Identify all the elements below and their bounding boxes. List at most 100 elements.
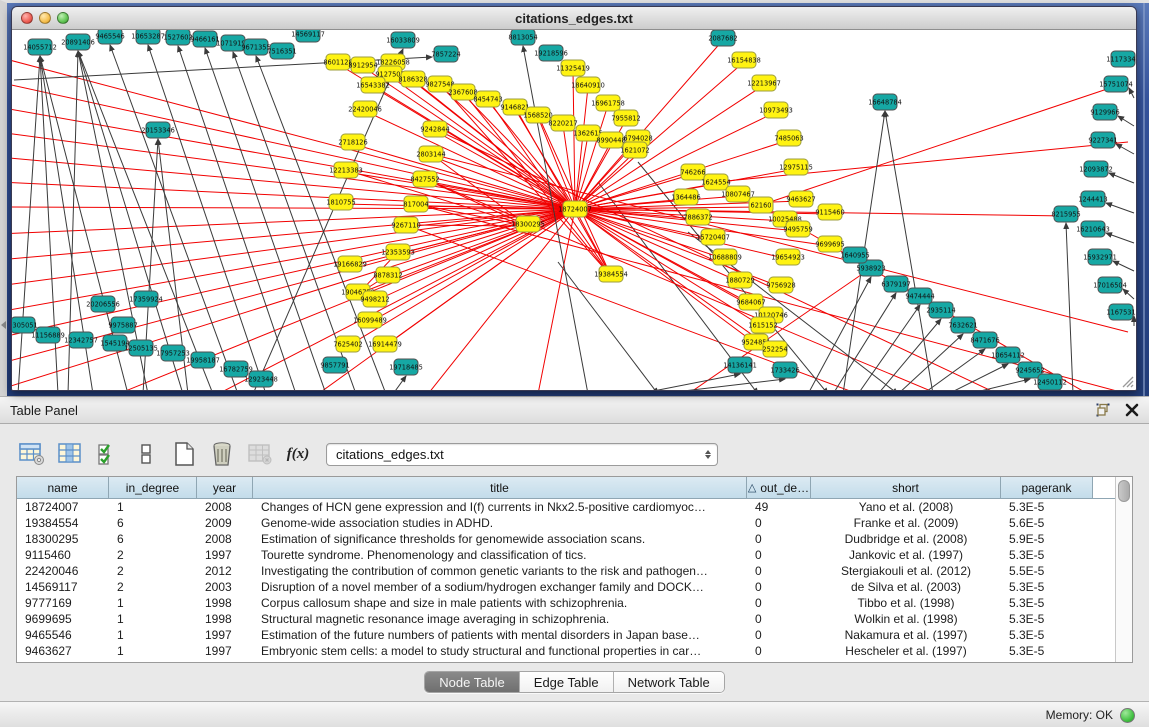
graph-node[interactable]: 8471676 xyxy=(970,332,999,348)
graph-node[interactable]: 16033809 xyxy=(386,32,420,48)
graph-node[interactable]: 10653287 xyxy=(131,30,165,44)
network-window[interactable]: citations_edges.txt 18724007140557122089… xyxy=(11,6,1137,391)
scrollbar-thumb[interactable] xyxy=(1118,480,1130,502)
table-settings-icon[interactable] xyxy=(18,440,46,468)
network-window-titlebar[interactable]: citations_edges.txt xyxy=(12,7,1136,30)
graph-node[interactable]: 18724007 xyxy=(558,201,592,217)
graph-node[interactable]: 19958187 xyxy=(186,352,220,368)
graph-node[interactable]: 12450112 xyxy=(1033,374,1067,390)
graph-node[interactable]: 1167531 xyxy=(1106,304,1135,320)
graph-node[interactable]: 9115460 xyxy=(815,204,844,220)
graph-node[interactable]: 20206556 xyxy=(86,296,120,312)
graph-node[interactable]: 9498212 xyxy=(360,291,389,307)
column-header-out_degree[interactable]: △out_de… xyxy=(747,477,811,498)
close-panel-icon[interactable] xyxy=(1125,403,1139,417)
graph-node[interactable]: 16914479 xyxy=(368,336,402,352)
graph-node[interactable]: 15751074 xyxy=(1099,76,1133,92)
graph-node[interactable]: 252254 xyxy=(762,341,787,357)
resize-grip-icon[interactable] xyxy=(1120,374,1134,388)
graph-node[interactable]: 1640955 xyxy=(840,247,869,263)
graph-node[interactable]: 12213383 xyxy=(329,162,363,178)
table-row[interactable]: 946362711997Embryonic stem cells: a mode… xyxy=(17,643,1115,659)
graph-node[interactable]: 1810755 xyxy=(326,194,355,210)
network-canvas[interactable]: 1872400714055712208914069465546106532871… xyxy=(12,30,1136,390)
graph-node[interactable]: 17016504 xyxy=(1093,277,1127,293)
graph-node[interactable]: 9129966 xyxy=(1090,104,1119,120)
graph-node[interactable]: 7857224 xyxy=(431,46,460,62)
table-row[interactable]: 969969511998Structural magnetic resonanc… xyxy=(17,611,1115,627)
column-header-in_degree[interactable]: in_degree xyxy=(109,477,197,498)
column-header-short[interactable]: short xyxy=(811,477,1001,498)
graph-node[interactable]: 8912954 xyxy=(348,57,377,73)
table-vertical-scrollbar[interactable] xyxy=(1115,477,1132,662)
column-header-pagerank[interactable]: pagerank xyxy=(1001,477,1093,498)
graph-node[interactable]: 18300295 xyxy=(511,216,545,232)
graph-node[interactable]: 15720407 xyxy=(696,229,730,245)
float-panel-icon[interactable] xyxy=(1095,402,1111,418)
graph-node[interactable]: 12093872 xyxy=(1079,161,1113,177)
graph-node[interactable]: 16648784 xyxy=(868,94,902,110)
graph-node[interactable]: 9474444 xyxy=(905,288,934,304)
graph-node[interactable]: 9242844 xyxy=(420,121,449,137)
graph-node[interactable]: 16961758 xyxy=(591,95,625,111)
graph-node[interactable]: 1621072 xyxy=(620,142,649,158)
function-builder-icon[interactable]: f(x) xyxy=(284,440,312,468)
graph-node[interactable]: 19384554 xyxy=(594,266,628,282)
table-row[interactable]: 1872400712008Changes of HCN gene express… xyxy=(17,499,1115,515)
graph-node[interactable]: 12975115 xyxy=(779,159,813,175)
graph-node[interactable]: 8427552 xyxy=(410,171,439,187)
graph-node[interactable]: 7625402 xyxy=(333,336,362,352)
table-row[interactable]: 946554611997Estimation of the future num… xyxy=(17,627,1115,643)
graph-node[interactable]: 20153346 xyxy=(141,122,175,138)
graph-node[interactable]: 62160 xyxy=(749,197,773,213)
table-row[interactable]: 2242004622012Investigating the contribut… xyxy=(17,563,1115,579)
graph-node[interactable]: 10688809 xyxy=(708,249,742,265)
graph-node[interactable]: 7632621 xyxy=(948,317,977,333)
graph-node[interactable]: 22420046 xyxy=(348,101,382,117)
citation-network-graph[interactable]: 1872400714055712208914069465546106532871… xyxy=(12,30,1136,390)
table-row[interactable]: 977716911998Corpus callosum shape and si… xyxy=(17,595,1115,611)
graph-node[interactable]: 12353593 xyxy=(381,244,415,260)
table-row[interactable]: 911546021997Tourette syndrome. Phenomeno… xyxy=(17,547,1115,563)
select-all-icon[interactable] xyxy=(94,440,122,468)
splitter-collapse-handle[interactable] xyxy=(1,321,6,329)
graph-node[interactable]: 10654112 xyxy=(991,347,1025,363)
graph-node[interactable]: 1527602 xyxy=(163,30,192,45)
graph-node[interactable]: 19654923 xyxy=(771,249,805,265)
graph-node[interactable]: 9463627 xyxy=(786,191,815,207)
new-table-icon[interactable] xyxy=(170,440,198,468)
graph-node[interactable]: 19718485 xyxy=(389,359,423,375)
graph-node[interactable]: 10973493 xyxy=(759,102,793,118)
table-select-dropdown[interactable]: citations_edges.txt xyxy=(326,443,718,466)
graph-node[interactable]: 8215955 xyxy=(1051,206,1080,222)
graph-node[interactable]: 1880729 xyxy=(725,272,754,288)
memory-status-indicator[interactable] xyxy=(1120,708,1135,723)
graph-node[interactable]: 9671355 xyxy=(241,39,270,55)
graph-node[interactable]: 16210643 xyxy=(1076,221,1110,237)
graph-node[interactable]: 2087682 xyxy=(708,30,737,46)
graph-node[interactable]: 12342757 xyxy=(64,332,98,348)
graph-node[interactable]: 8186328 xyxy=(398,71,427,87)
tab-node-table[interactable]: Node Table xyxy=(425,672,520,692)
graph-node[interactable]: 11156889 xyxy=(31,327,65,343)
import-table-icon[interactable] xyxy=(246,440,274,468)
graph-node[interactable]: 11325419 xyxy=(556,60,590,76)
graph-node[interactable]: 19166829 xyxy=(333,256,367,272)
graph-node[interactable]: 18640910 xyxy=(571,77,605,93)
graph-node[interactable]: 9975887 xyxy=(108,317,137,333)
graph-node[interactable]: 7955812 xyxy=(611,110,640,126)
graph-node[interactable]: 14569117 xyxy=(291,30,325,42)
graph-node[interactable]: 17359924 xyxy=(129,291,163,307)
graph-node[interactable]: 9465546 xyxy=(95,30,124,44)
column-visibility-icon[interactable] xyxy=(56,440,84,468)
graph-node[interactable]: 2803144 xyxy=(416,146,445,162)
graph-node[interactable]: 1244413 xyxy=(1078,191,1107,207)
tab-edge-table[interactable]: Edge Table xyxy=(520,672,614,692)
graph-node[interactable]: 6379197 xyxy=(881,276,910,292)
graph-node[interactable]: 1615152 xyxy=(748,317,777,333)
graph-node[interactable]: 9699695 xyxy=(815,236,844,252)
graph-node[interactable]: 7485063 xyxy=(774,130,803,146)
graph-node[interactable]: 14136141 xyxy=(723,357,757,373)
graph-node[interactable]: 12505135 xyxy=(124,340,158,356)
graph-node[interactable]: 20891406 xyxy=(61,34,95,50)
